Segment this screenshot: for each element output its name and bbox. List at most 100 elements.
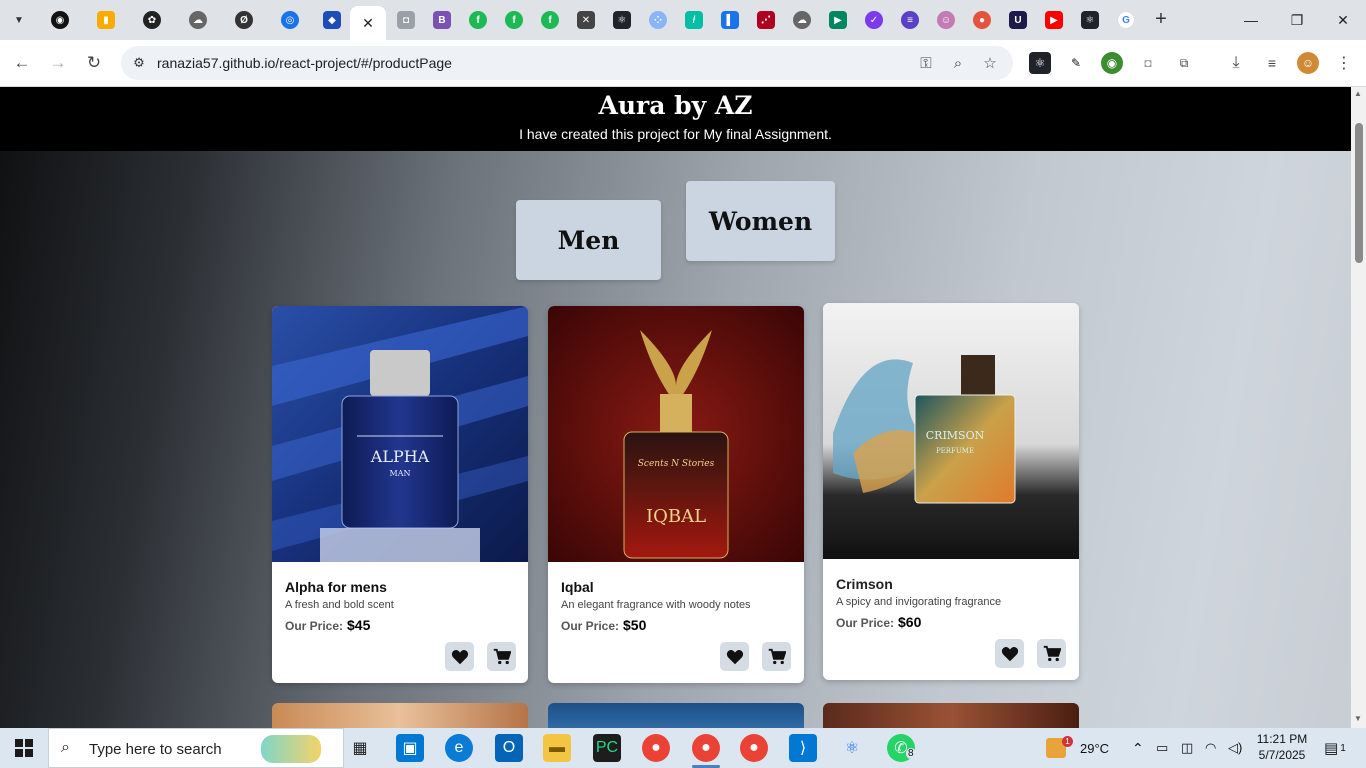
chrome-icon[interactable]: ● <box>642 734 670 762</box>
men-category-button[interactable]: Men <box>516 200 661 280</box>
tray-chevron[interactable]: ⌃ <box>1132 728 1144 768</box>
product-card-peek[interactable] <box>272 703 528 728</box>
tab-dx[interactable]: ✕ <box>568 6 604 34</box>
back-button[interactable]: ← <box>9 50 35 76</box>
extension-globe-icon[interactable]: ◉ <box>1101 52 1123 74</box>
task-view-icon[interactable]: ▦ <box>346 734 374 762</box>
store-icon[interactable]: ▣ <box>396 734 424 762</box>
camera-icon[interactable]: ◘ <box>1137 52 1159 74</box>
profile-avatar[interactable]: ☺ <box>1297 52 1319 74</box>
forward-button[interactable]: → <box>45 50 71 76</box>
add-to-cart-button[interactable] <box>762 642 791 671</box>
tab-teal[interactable]: / <box>676 6 712 34</box>
tab-play[interactable]: ▶ <box>820 6 856 34</box>
add-to-cart-button[interactable] <box>487 642 516 671</box>
wishlist-button[interactable] <box>995 639 1024 668</box>
clock-date: 5/7/2025 <box>1258 748 1306 762</box>
tab-openai[interactable]: ✿ <box>134 6 170 34</box>
tab-ui[interactable]: U <box>1000 6 1036 34</box>
tab-fn-1[interactable]: f <box>460 6 496 34</box>
menu-kebab-icon[interactable]: ⋮ <box>1333 52 1355 74</box>
password-key-icon[interactable]: ⚿ <box>915 53 937 73</box>
tab-sidebar[interactable]: ▌ <box>712 6 748 34</box>
minimize-button[interactable]: — <box>1228 0 1274 40</box>
product-card-alpha[interactable]: ALPHA MAN Alpha for mens A fresh and bol… <box>272 306 528 683</box>
product-card-peek[interactable] <box>823 703 1079 728</box>
clock[interactable]: 11:21 PM 5/7/2025 <box>1256 731 1308 763</box>
address-bar[interactable]: ⚙ ranazia57.github.io/react-project/#/pr… <box>121 46 1013 80</box>
weather-badge: 1 <box>1062 736 1073 747</box>
tab-fn-2[interactable]: f <box>496 6 532 34</box>
device-icon[interactable]: ◫ <box>1181 728 1193 768</box>
extensions-puzzle-icon[interactable]: ⧉ <box>1173 52 1195 74</box>
chrome-icon[interactable]: ● <box>740 734 768 762</box>
tab-blue-2[interactable]: ◆ <box>314 6 350 34</box>
bookmark-star-icon[interactable]: ☆ <box>979 53 1001 73</box>
start-button[interactable] <box>0 728 48 768</box>
tab-youtube[interactable]: ▶ <box>1036 6 1072 34</box>
react-app-icon[interactable]: ⚛ <box>838 734 866 762</box>
outlook-icon[interactable]: O <box>495 734 523 762</box>
tab-analytics[interactable]: ▮ <box>88 6 124 34</box>
product-card-crimson[interactable]: CRIMSON PERFUME Crimson A spicy and invi… <box>823 303 1079 680</box>
tab-google[interactable]: G <box>1108 6 1144 34</box>
arrow-right-icon: → <box>49 53 67 72</box>
tab-avatar[interactable]: ☺ <box>928 6 964 34</box>
tab-fn-3[interactable]: f <box>532 6 568 34</box>
gradient-icon: ● <box>973 11 991 29</box>
site-info-icon[interactable]: ⚙ <box>129 53 149 73</box>
tab-link[interactable]: Ø <box>226 6 262 34</box>
pycharm-icon[interactable]: PC <box>593 734 621 762</box>
url-text[interactable]: ranazia57.github.io/react-project/#/prod… <box>157 55 452 71</box>
scroll-up-icon[interactable]: ▲ <box>1354 89 1362 98</box>
add-to-cart-button[interactable] <box>1037 639 1066 668</box>
chrome-icon[interactable]: ● <box>692 734 720 762</box>
tab-purple[interactable]: ≡ <box>892 6 928 34</box>
product-card-peek[interactable] <box>548 703 804 728</box>
battery-icon[interactable]: ▭ <box>1156 728 1168 768</box>
wishlist-button[interactable] <box>720 642 749 671</box>
file-explorer-icon[interactable]: ▬ <box>543 734 571 762</box>
close-window-button[interactable]: ✕ <box>1320 0 1366 40</box>
tab-bootstrap[interactable]: B <box>424 6 460 34</box>
whatsapp-badge: 8 <box>906 748 916 759</box>
tab-react-2[interactable]: ⚛ <box>1072 6 1108 34</box>
scrollbar-thumb[interactable] <box>1355 123 1363 263</box>
wifi-icon[interactable]: ◠ <box>1205 728 1216 768</box>
tab-dots[interactable]: ⁘ <box>640 6 676 34</box>
weather-widget[interactable]: 29°C <box>1046 728 1109 768</box>
zoom-icon[interactable]: ⌕ <box>947 53 969 73</box>
eyedropper-icon[interactable]: ✎ <box>1065 52 1087 74</box>
reload-button[interactable]: ↻ <box>81 50 107 76</box>
taskbar-search[interactable]: ⌕ Type here to search <box>48 728 344 768</box>
tab-cloud-1[interactable]: ☁ <box>180 6 216 34</box>
close-icon[interactable]: ✕ <box>362 15 374 32</box>
download-icon[interactable]: ⤓ <box>1225 52 1247 74</box>
edge-icon[interactable]: e <box>445 734 473 762</box>
volume-icon[interactable]: ◁) <box>1228 728 1242 768</box>
restore-button[interactable]: ❐ <box>1274 0 1320 40</box>
tab-blue-1[interactable]: ◎ <box>272 6 308 34</box>
tab-dots-2[interactable]: ⋰ <box>748 6 784 34</box>
tab-camera[interactable]: ◘ <box>388 6 424 34</box>
tab-strip: ▼ ◉ ▮ ✿ ☁ Ø ◎ ◆ ✕ ◘ B f f f ✕ ⚛ ⁘ / ▌ ⋰ … <box>0 0 1366 40</box>
scroll-down-icon[interactable]: ▼ <box>1354 714 1362 723</box>
react-devtools-icon[interactable]: ⚛ <box>1029 52 1051 74</box>
page-scrollbar[interactable]: ▲ ▼ <box>1351 87 1366 728</box>
notifications-button[interactable]: ▤ 1 <box>1324 728 1346 768</box>
product-card-iqbal[interactable]: Scents N Stories IQBAL Iqbal An elegant … <box>548 306 804 683</box>
tab-gradient[interactable]: ● <box>964 6 1000 34</box>
tab-cloud-2[interactable]: ☁ <box>784 6 820 34</box>
women-category-button[interactable]: Women <box>686 181 835 261</box>
vscode-icon[interactable]: ⟩ <box>789 734 817 762</box>
tab-check[interactable]: ✓ <box>856 6 892 34</box>
wishlist-button[interactable] <box>445 642 474 671</box>
tab-active[interactable]: ✕ <box>350 6 386 40</box>
media-control-icon[interactable]: ≡ <box>1261 52 1283 74</box>
new-tab-button[interactable]: + <box>1150 8 1172 30</box>
tab-search-button[interactable]: ▼ <box>8 9 30 31</box>
google-icon: G <box>1117 11 1135 29</box>
bootstrap-icon: B <box>433 11 451 29</box>
tab-github[interactable]: ◉ <box>42 6 78 34</box>
tab-react-1[interactable]: ⚛ <box>604 6 640 34</box>
